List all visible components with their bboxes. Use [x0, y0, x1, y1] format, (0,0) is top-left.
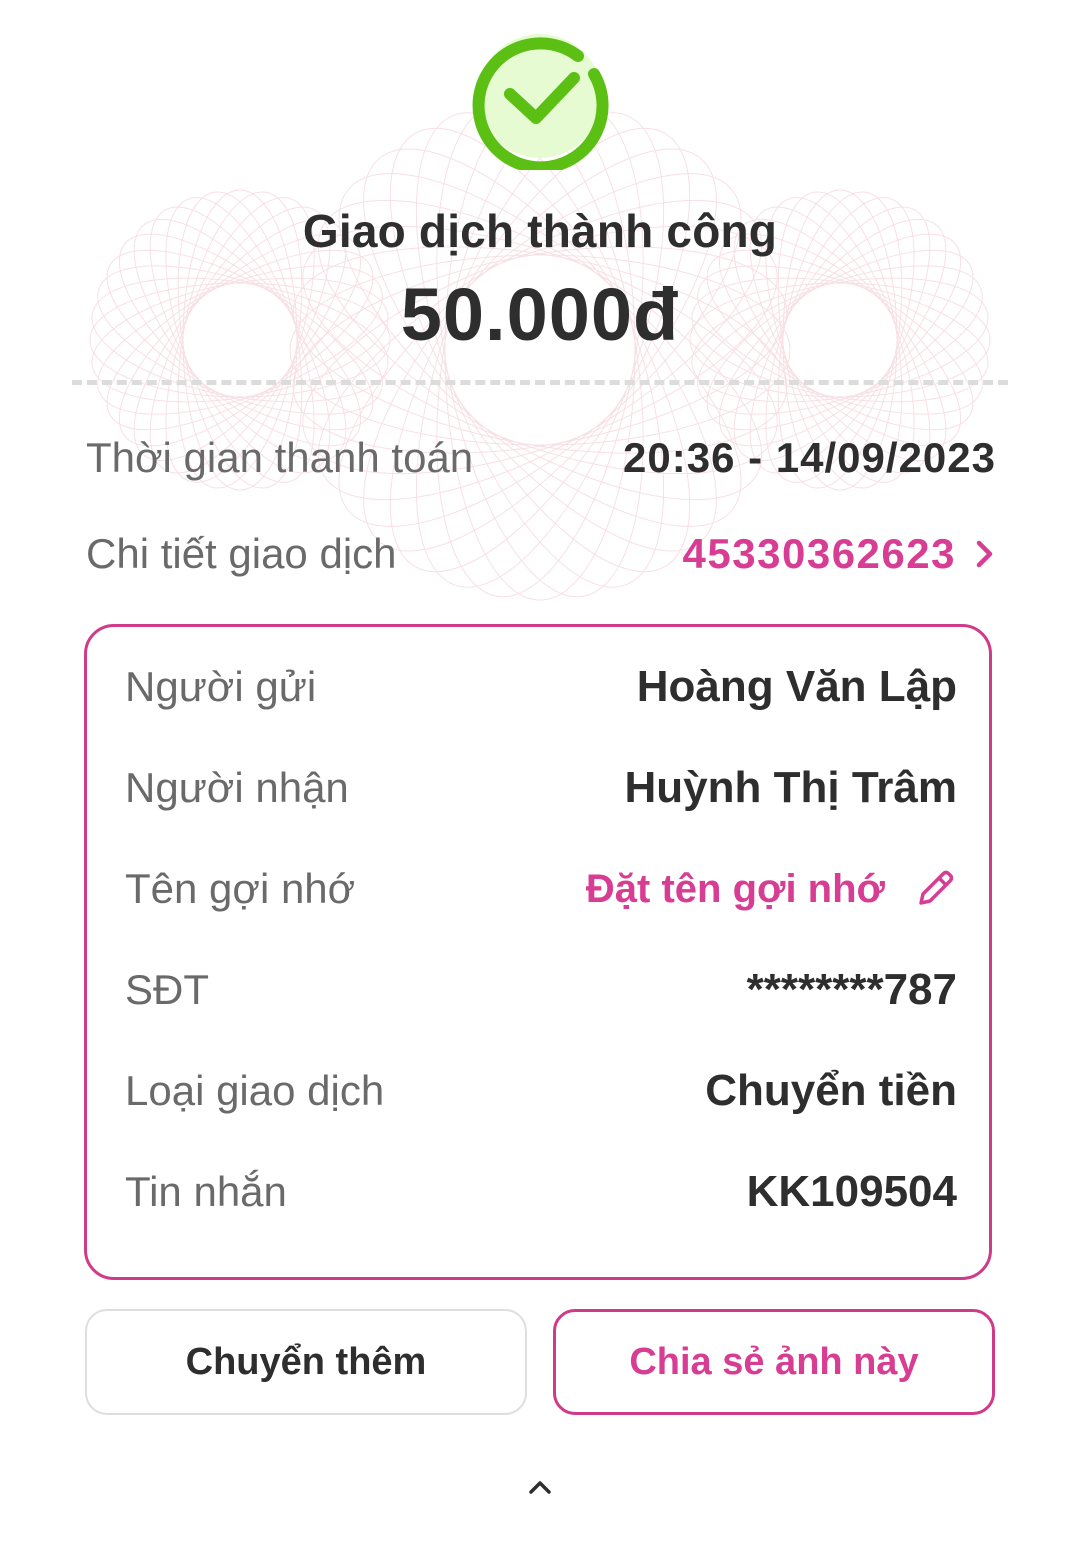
sender-row: Người gửi Hoàng Văn Lập — [125, 657, 957, 717]
payment-time-label: Thời gian thanh toán — [86, 434, 474, 481]
transaction-amount: 50.000đ — [400, 273, 680, 356]
transaction-id-link[interactable]: 45330362623 — [683, 530, 996, 578]
payment-time-value: 20:36 - 14/09/2023 — [623, 434, 996, 481]
receiver-row: Người nhận Huỳnh Thị Trâm — [125, 758, 957, 818]
transaction-id-value: 45330362623 — [682, 530, 956, 577]
transaction-detail-row: Chi tiết giao dịch 45330362623 — [86, 524, 996, 584]
phone-row: SĐT ********787 — [125, 960, 957, 1020]
set-nickname-button[interactable]: Đặt tên gợi nhớ — [586, 867, 957, 912]
dashed-divider — [72, 380, 1008, 385]
message-value: KK109504 — [746, 1167, 957, 1216]
share-image-button[interactable]: Chia sẻ ảnh này — [553, 1309, 995, 1415]
message-label: Tin nhắn — [125, 1168, 287, 1215]
chevron-up-icon[interactable] — [522, 1472, 558, 1502]
transaction-detail-label: Chi tiết giao dịch — [86, 530, 397, 577]
pencil-icon — [919, 870, 954, 905]
transaction-type-value: Chuyển tiền — [705, 1066, 957, 1115]
nickname-row: Tên gợi nhớ Đặt tên gợi nhớ — [125, 859, 957, 919]
receiver-value: Huỳnh Thị Trâm — [624, 763, 957, 812]
status-title: Giao dịch thành công — [302, 205, 778, 257]
payment-time-row: Thời gian thanh toán 20:36 - 14/09/2023 — [86, 428, 996, 488]
transaction-receipt-screen: Giao dịch thành công 50.000đ Thời gian t… — [0, 0, 1080, 1559]
sender-value: Hoàng Văn Lập — [636, 662, 957, 711]
set-nickname-label: Đặt tên gợi nhớ — [585, 866, 885, 911]
phone-label: SĐT — [125, 966, 209, 1013]
transaction-type-row: Loại giao dịch Chuyển tiền — [125, 1061, 957, 1121]
message-row: Tin nhắn KK109504 — [125, 1162, 957, 1222]
transfer-more-button[interactable]: Chuyển thêm — [85, 1309, 527, 1415]
transaction-type-label: Loại giao dịch — [125, 1067, 385, 1114]
chevron-right-icon — [976, 540, 993, 568]
phone-value: ********787 — [746, 965, 957, 1014]
receiver-label: Người nhận — [125, 764, 349, 811]
sender-label: Người gửi — [125, 663, 317, 710]
transaction-details-card: Người gửi Hoàng Văn Lập Người nhận Huỳnh… — [84, 624, 992, 1280]
nickname-label: Tên gợi nhớ — [125, 865, 356, 912]
check-circle-icon — [472, 34, 609, 170]
